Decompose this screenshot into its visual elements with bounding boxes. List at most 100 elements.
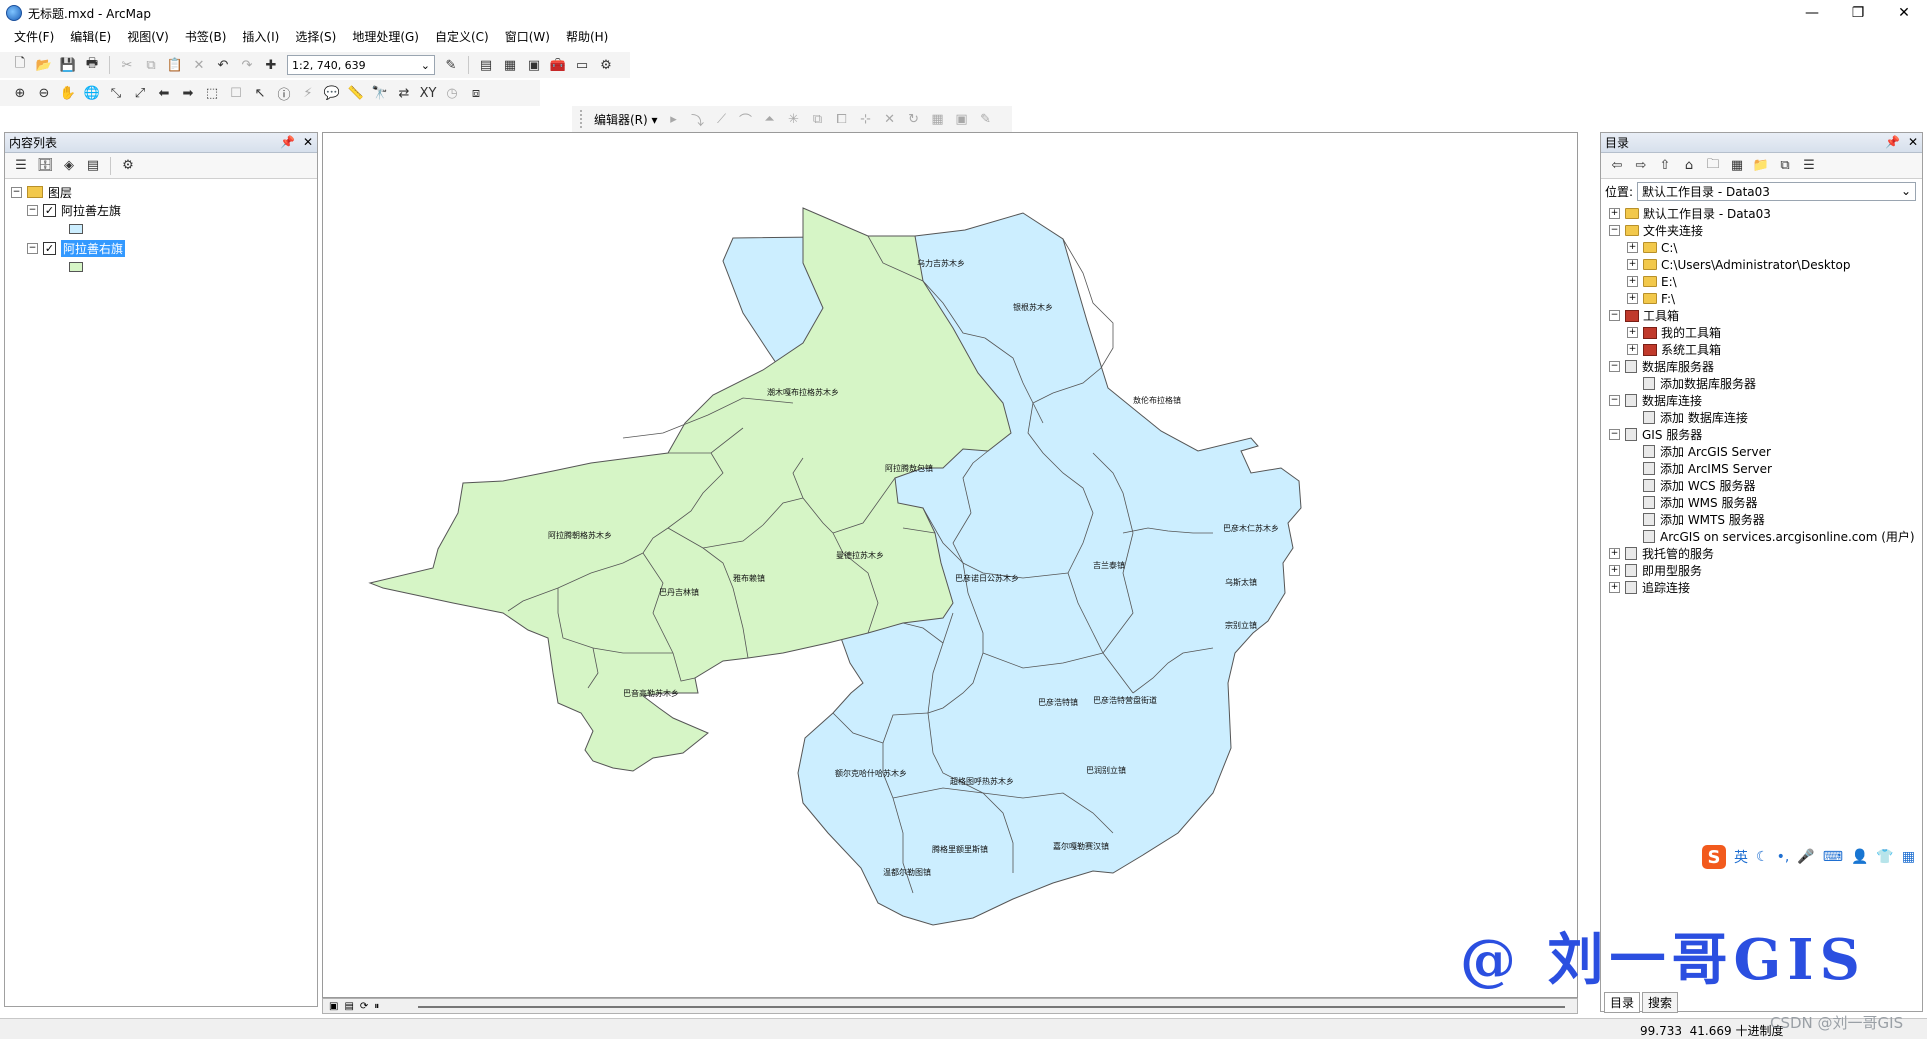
menu-selection[interactable]: 选择(S)	[287, 26, 344, 48]
create-viewer-icon[interactable]: ⧈	[466, 83, 486, 103]
print-icon[interactable]: 🖶	[82, 55, 102, 75]
menu-insert[interactable]: 插入(I)	[234, 26, 287, 48]
list-by-selection-icon[interactable]: ▤	[83, 156, 103, 176]
sketch-properties-icon[interactable]: ▣	[952, 109, 972, 129]
map-display[interactable]: 乌力吉苏木乡 银根苏木乡 敖伦布拉格镇 潮木嘎布拉格苏木乡 阿拉腾敖包镇 阿拉腾…	[322, 132, 1578, 998]
find-route-icon[interactable]: ⇄	[394, 83, 414, 103]
home-icon[interactable]: ⌂	[1679, 156, 1699, 176]
catalog-item[interactable]: + 默认工作目录 - Data03	[1605, 205, 1918, 222]
point-icon[interactable]: ✳	[784, 109, 804, 129]
open-icon[interactable]: 📂	[34, 55, 54, 75]
catalog-item[interactable]: 添加 WMS 服务器	[1605, 494, 1918, 511]
cut-polygons-icon[interactable]: ⊹	[856, 109, 876, 129]
menu-help[interactable]: 帮助(H)	[558, 26, 616, 48]
paste-icon[interactable]: 📋	[165, 55, 185, 75]
grid-menu-icon[interactable]: ▦	[1902, 849, 1915, 865]
catalog-item[interactable]: 添加数据库服务器	[1605, 375, 1918, 392]
pause-drawing-icon[interactable]: ⏸	[374, 1001, 379, 1012]
data-view-button[interactable]: ▣	[329, 1001, 338, 1012]
pin-icon[interactable]: 📌	[280, 135, 295, 149]
rotate-icon[interactable]: ↻	[904, 109, 924, 129]
search-window-icon[interactable]: ▣	[524, 55, 544, 75]
forward-icon[interactable]: ⇨	[1631, 156, 1651, 176]
catalog-item[interactable]: + C:\Users\Administrator\Desktop	[1605, 256, 1918, 273]
sogou-logo-icon[interactable]: S	[1702, 845, 1726, 869]
modelbuilder-icon[interactable]: ⚙	[596, 55, 616, 75]
restore-button[interactable]: ❐	[1835, 0, 1881, 26]
catalog-item[interactable]: − 数据库连接	[1605, 392, 1918, 409]
delete-icon[interactable]: ✕	[189, 55, 209, 75]
edit-vertices-icon[interactable]: ⧉	[808, 109, 828, 129]
create-features-icon[interactable]: ✎	[976, 109, 996, 129]
minimize-button[interactable]: —	[1789, 0, 1835, 26]
expand-icon[interactable]: +	[1609, 565, 1620, 576]
collapse-icon[interactable]: −	[27, 204, 38, 216]
refresh-icon[interactable]: ⟳	[360, 1001, 368, 1012]
catalog-item[interactable]: − 文件夹连接	[1605, 222, 1918, 239]
identify-icon[interactable]: ⓘ	[274, 83, 294, 103]
fixed-zoom-in-icon[interactable]: ⤡	[106, 83, 126, 103]
catalog-item[interactable]: + 我的工具箱	[1605, 324, 1918, 341]
catalog-item[interactable]: − 数据库服务器	[1605, 358, 1918, 375]
ime-language-toggle[interactable]: 英	[1734, 847, 1748, 867]
list-by-source-icon[interactable]: 🗄	[35, 156, 55, 176]
endpoint-arc-icon[interactable]: ⌒	[736, 109, 756, 129]
clear-selection-icon[interactable]: ☐	[226, 83, 246, 103]
catalog-item[interactable]: + 追踪连接	[1605, 579, 1918, 596]
expand-icon[interactable]: +	[1627, 276, 1638, 287]
collapse-icon[interactable]: −	[11, 186, 22, 198]
editor-menu-button[interactable]: 编辑器(R) ▾	[590, 111, 662, 128]
expand-icon[interactable]: +	[1609, 208, 1620, 219]
toc-window-icon[interactable]: ▤	[476, 55, 496, 75]
html-popup-icon[interactable]: 💬	[322, 83, 342, 103]
horizontal-scrollbar[interactable]	[418, 1006, 1565, 1008]
legend-swatch[interactable]	[69, 224, 83, 234]
menu-file[interactable]: 文件(F)	[6, 26, 62, 48]
back-extent-icon[interactable]: ⬅	[154, 83, 174, 103]
new-folder-icon[interactable]: 📁	[1751, 156, 1771, 176]
catalog-item[interactable]: + C:\	[1605, 239, 1918, 256]
catalog-item[interactable]: + E:\	[1605, 273, 1918, 290]
measure-icon[interactable]: 📏	[346, 83, 366, 103]
edit-annotation-icon[interactable]: ⤵	[688, 109, 708, 129]
go-to-xy-icon[interactable]: XY	[418, 83, 438, 103]
location-combobox[interactable]: 默认工作目录 - Data03 ⌄	[1637, 181, 1916, 201]
editor-toolbar-icon[interactable]: ✎	[441, 55, 461, 75]
select-elements-icon[interactable]: ↖	[250, 83, 270, 103]
catalog-item[interactable]: 添加 数据库连接	[1605, 409, 1918, 426]
view-menu-icon[interactable]: ▦	[1727, 156, 1747, 176]
moon-icon[interactable]: ☾	[1756, 849, 1769, 865]
straight-segment-icon[interactable]: ⟋	[712, 109, 732, 129]
menu-bookmarks[interactable]: 书签(B)	[177, 26, 235, 48]
pan-icon[interactable]: ✋	[58, 83, 78, 103]
keyboard-icon[interactable]: ⌨	[1823, 849, 1843, 865]
edit-tool-icon[interactable]: ▸	[664, 109, 684, 129]
catalog-item[interactable]: ArcGIS on services.arcgisonline.com (用户)	[1605, 528, 1918, 545]
expand-icon[interactable]: +	[1627, 242, 1638, 253]
expand-icon[interactable]: +	[1627, 293, 1638, 304]
collapse-icon[interactable]: −	[1609, 429, 1620, 440]
close-icon[interactable]: ✕	[1908, 135, 1918, 149]
expand-icon[interactable]: +	[1609, 582, 1620, 593]
expand-icon[interactable]: +	[1627, 327, 1638, 338]
attributes-icon[interactable]: ▦	[928, 109, 948, 129]
options-icon[interactable]: ⚙	[118, 156, 138, 176]
catalog-item[interactable]: + 系统工具箱	[1605, 341, 1918, 358]
close-icon[interactable]: ✕	[303, 135, 313, 149]
split-icon[interactable]: ✕	[880, 109, 900, 129]
add-data-icon[interactable]: ✚	[261, 55, 281, 75]
catalog-item[interactable]: 添加 WCS 服务器	[1605, 477, 1918, 494]
new-document-icon[interactable]: 🗋	[10, 55, 30, 75]
redo-icon[interactable]: ↷	[237, 55, 257, 75]
zoom-in-icon[interactable]: ⊕	[10, 83, 30, 103]
layer-row-left-banner[interactable]: − ✓ 阿拉善左旗	[11, 201, 311, 219]
catalog-item[interactable]: 添加 ArcGIS Server	[1605, 443, 1918, 460]
user-icon[interactable]: 👤	[1851, 849, 1868, 865]
collapse-icon[interactable]: −	[1609, 395, 1620, 406]
menu-edit[interactable]: 编辑(E)	[62, 26, 119, 48]
forward-extent-icon[interactable]: ➡	[178, 83, 198, 103]
time-slider-icon[interactable]: ◷	[442, 83, 462, 103]
reshape-icon[interactable]: ⧠	[832, 109, 852, 129]
left-banner-region[interactable]	[368, 207, 1012, 772]
undo-icon[interactable]: ↶	[213, 55, 233, 75]
